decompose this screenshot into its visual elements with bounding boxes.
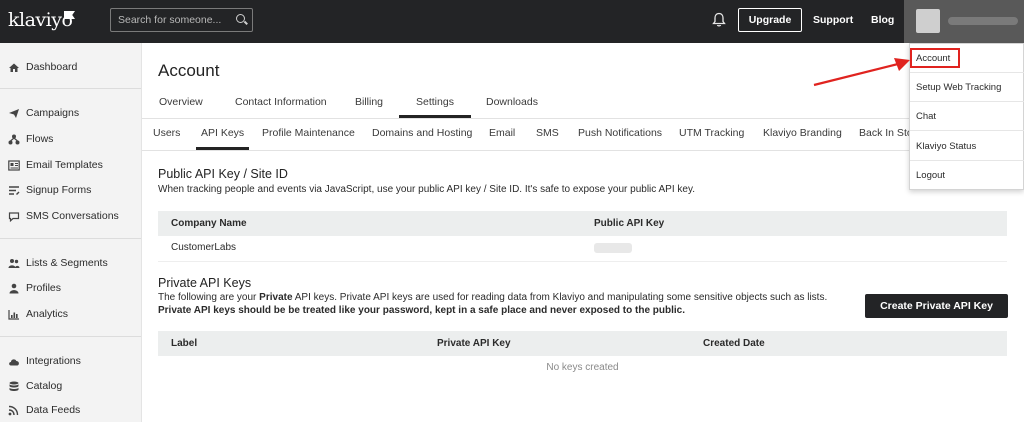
tab-contact-information[interactable]: Contact Information: [235, 90, 327, 118]
sidebar-item-label: Signup Forms: [26, 184, 92, 196]
subtab-utm-tracking[interactable]: UTM Tracking: [679, 120, 744, 150]
database-icon: [9, 381, 19, 391]
sidebar-item-flows[interactable]: Flows: [0, 127, 141, 151]
sidebar-divider: [0, 238, 141, 239]
column-private-api-key: Private API Key: [437, 338, 511, 349]
search-icon[interactable]: [236, 14, 245, 23]
analytics-icon: [8, 309, 19, 320]
sidebar-divider: [0, 336, 141, 337]
paper-plane-icon: [9, 108, 19, 118]
sidebar-item-label: Catalog: [26, 380, 63, 392]
sidebar-item-label: Flows: [26, 133, 54, 145]
sidebar-item-campaigns[interactable]: Campaigns: [0, 101, 141, 125]
tab-billing[interactable]: Billing: [355, 90, 383, 118]
column-created-date: Created Date: [703, 338, 765, 349]
sidebar-item-email-templates[interactable]: Email Templates: [0, 153, 141, 177]
private-table-header: Label Private API Key Created Date: [158, 331, 1007, 356]
column-company-name: Company Name: [171, 218, 247, 229]
sidebar-item-sms-conversations[interactable]: SMS Conversations: [0, 204, 141, 228]
profile-icon: [9, 283, 19, 293]
private-api-description: The following are your Private API keys.…: [158, 292, 827, 303]
sidebar-item-label: Profiles: [26, 282, 62, 294]
create-private-api-key-button[interactable]: Create Private API Key: [865, 294, 1008, 318]
sidebar-item-data-feeds[interactable]: Data Feeds: [0, 398, 141, 422]
public-api-key-redacted[interactable]: [594, 243, 632, 253]
search-input[interactable]: [110, 8, 253, 32]
sidebar-item-dashboard[interactable]: Dashboard: [0, 55, 141, 79]
support-link[interactable]: Support: [813, 14, 853, 26]
klaviyo-logo[interactable]: klaviyo: [8, 9, 73, 31]
table-row-divider: [158, 261, 1007, 262]
private-api-warning: Private API keys should be be treated li…: [158, 305, 686, 316]
subtab-push-notifications[interactable]: Push Notifications: [578, 120, 662, 150]
sms-icon: [8, 211, 20, 222]
menu-item-chat[interactable]: Chat: [910, 102, 1024, 131]
public-api-description: When tracking people and events via Java…: [158, 184, 696, 195]
sidebar-item-label: Lists & Segments: [26, 257, 108, 269]
sidebar-item-label: Data Feeds: [26, 404, 81, 416]
subtab-users[interactable]: Users: [153, 120, 180, 150]
no-keys-message: No keys created: [546, 362, 619, 373]
desc-suffix: API keys. Private API keys are used for …: [292, 292, 828, 303]
sidebar-item-lists-segments[interactable]: Lists & Segments: [0, 251, 141, 275]
email-template-icon: [8, 159, 20, 171]
subtab-back-in-stock[interactable]: Back In Sto: [859, 120, 913, 150]
rss-icon: [8, 405, 19, 415]
menu-item-setup-web-tracking[interactable]: Setup Web Tracking: [910, 73, 1024, 102]
red-arrow-annotation: [813, 58, 910, 87]
tab-downloads[interactable]: Downloads: [486, 90, 538, 118]
upgrade-button[interactable]: Upgrade: [738, 8, 802, 32]
column-public-api-key: Public API Key: [594, 218, 665, 229]
tabs-divider: [142, 118, 1024, 119]
users-icon: [8, 258, 20, 268]
subtab-klaviyo-branding[interactable]: Klaviyo Branding: [763, 120, 842, 150]
company-name-cell: CustomerLabs: [171, 242, 237, 253]
avatar[interactable]: [916, 9, 940, 33]
bell-icon[interactable]: [712, 12, 726, 28]
subtabs-divider: [142, 150, 1024, 151]
sidebar-item-integrations[interactable]: Integrations: [0, 349, 141, 373]
subtab-domains-hosting[interactable]: Domains and Hosting: [372, 120, 472, 150]
sidebar-item-label: SMS Conversations: [26, 210, 119, 222]
public-api-title: Public API Key / Site ID: [158, 167, 288, 181]
sidebar-divider: [0, 88, 141, 89]
signup-forms-icon: [9, 185, 20, 195]
page-title: Account: [158, 61, 220, 80]
blog-link[interactable]: Blog: [871, 14, 894, 26]
sidebar-item-profiles[interactable]: Profiles: [0, 276, 141, 300]
sidebar-item-label: Dashboard: [26, 61, 78, 73]
subtab-profile-maintenance[interactable]: Profile Maintenance: [262, 120, 355, 150]
menu-item-klaviyo-status[interactable]: Klaviyo Status: [910, 132, 1024, 161]
sidebar-item-catalog[interactable]: Catalog: [0, 374, 141, 398]
home-icon: [9, 63, 19, 72]
column-label: Label: [171, 338, 198, 349]
public-table-header: Company Name Public API Key: [158, 211, 1007, 236]
subtab-sms[interactable]: SMS: [536, 120, 559, 150]
private-api-title: Private API Keys: [158, 276, 252, 290]
tab-overview[interactable]: Overview: [159, 90, 203, 118]
subtab-api-keys[interactable]: API Keys: [196, 120, 250, 150]
sidebar-item-analytics[interactable]: Analytics: [0, 302, 141, 326]
menu-item-logout[interactable]: Logout: [910, 161, 1024, 190]
sidebar-item-label: Integrations: [26, 355, 81, 367]
account-name-redacted: [948, 17, 1018, 25]
sidebar-item-label: Email Templates: [26, 159, 103, 171]
desc-prefix: The following are your: [158, 292, 260, 303]
sidebar-item-label: Campaigns: [26, 107, 80, 119]
subtab-email[interactable]: Email: [489, 120, 515, 150]
flows-icon: [8, 134, 20, 144]
cloud-icon: [9, 358, 19, 365]
sidebar-item-label: Analytics: [26, 308, 69, 320]
desc-bold: Private: [259, 292, 293, 303]
sidebar-item-signup-forms[interactable]: Signup Forms: [0, 178, 141, 202]
tab-settings[interactable]: Settings: [399, 90, 471, 118]
